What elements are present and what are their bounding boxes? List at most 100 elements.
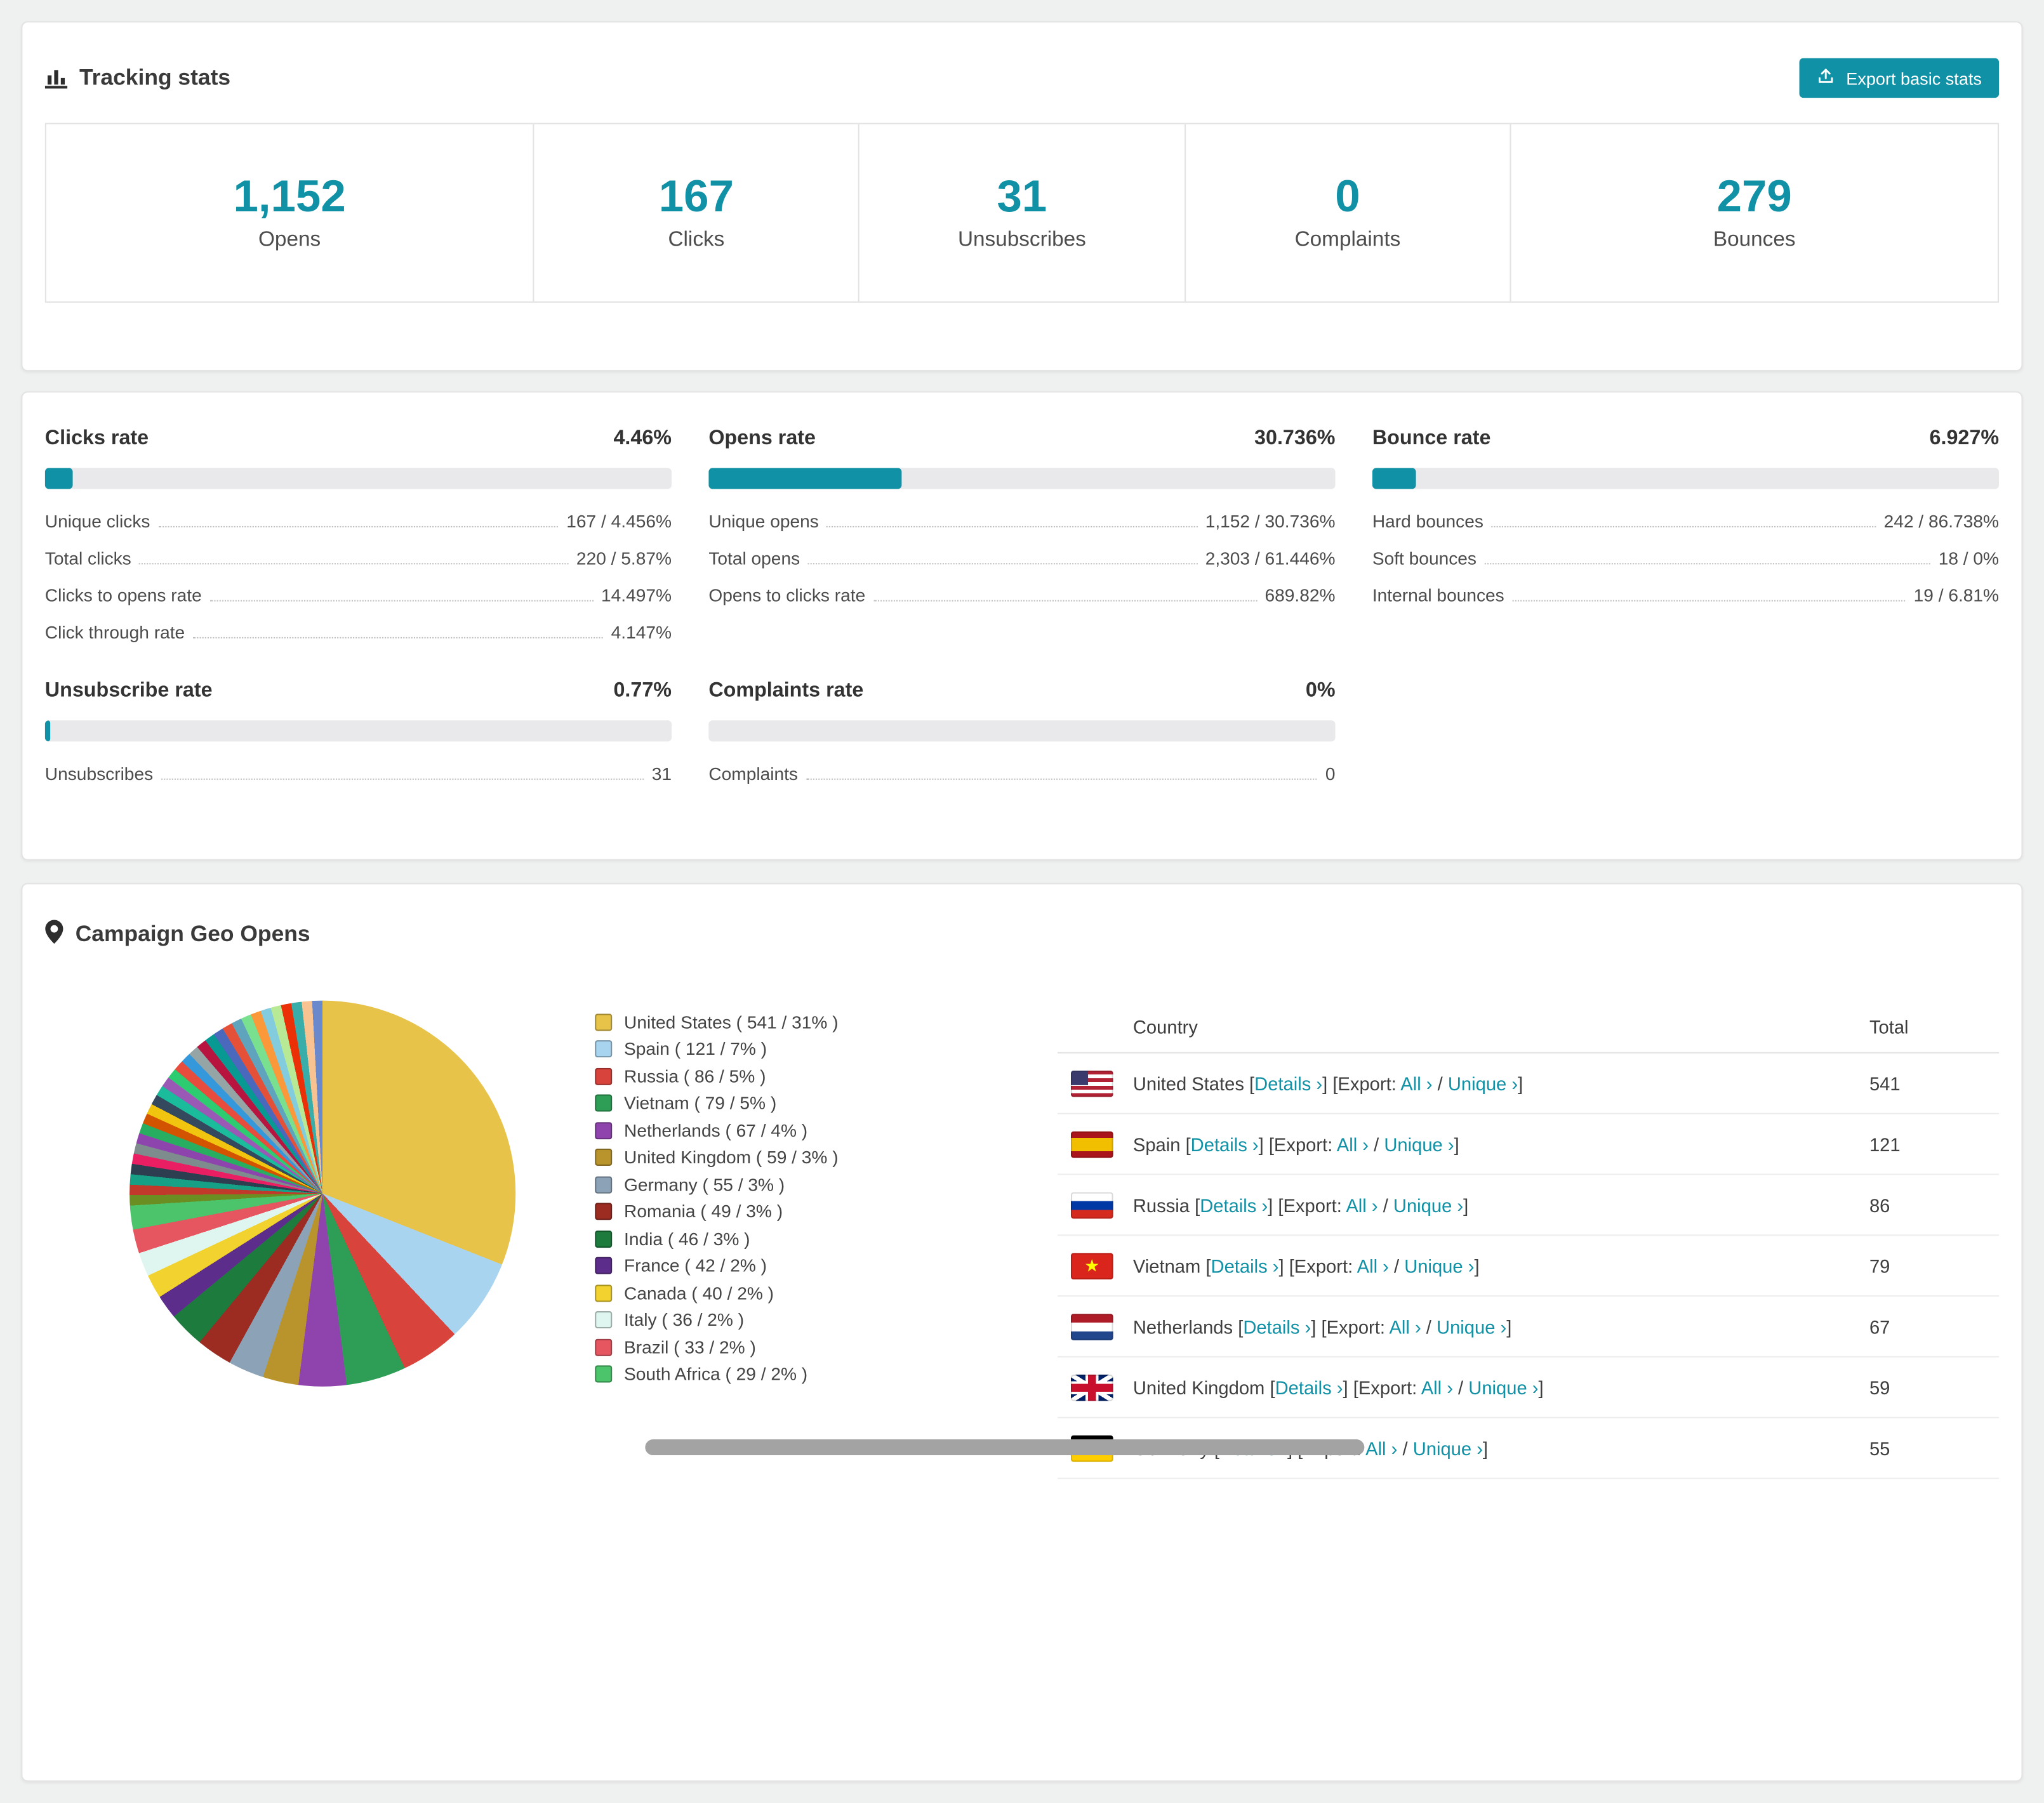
legend-item: Germany ( 55 / 3% ) bbox=[595, 1171, 960, 1198]
rate-row-label: Total clicks bbox=[44, 548, 131, 569]
export-all-link[interactable]: All › bbox=[1421, 1377, 1453, 1397]
country-column-header: Country bbox=[1132, 1015, 1198, 1037]
country-name: Vietnam bbox=[1132, 1255, 1201, 1276]
rate-row: Complaints 0 bbox=[708, 752, 1335, 789]
legend-label: Brazil ( 33 / 2% ) bbox=[624, 1337, 756, 1357]
stat-value: 1,152 bbox=[233, 171, 346, 222]
rate-row-label: Clicks to opens rate bbox=[44, 585, 202, 606]
rate-row-value: 242 / 86.738% bbox=[1883, 512, 2000, 532]
legend-item: Romania ( 49 / 3% ) bbox=[595, 1198, 960, 1225]
rate-title: Opens rate bbox=[708, 426, 816, 450]
details-link[interactable]: Details › bbox=[1254, 1073, 1322, 1093]
legend-swatch bbox=[595, 1365, 613, 1384]
rate-row-label: Unique opens bbox=[708, 512, 819, 532]
legend-item: Russia ( 86 / 5% ) bbox=[595, 1062, 960, 1090]
export-unique-link[interactable]: Unique › bbox=[1384, 1133, 1454, 1154]
legend-swatch bbox=[595, 1338, 613, 1356]
export-all-link[interactable]: All › bbox=[1365, 1437, 1397, 1458]
legend-label: Italy ( 36 / 2% ) bbox=[624, 1310, 745, 1330]
rate-title: Bounce rate bbox=[1372, 426, 1491, 450]
rate-row-value: 0 bbox=[1325, 764, 1336, 784]
export-icon bbox=[1817, 67, 1835, 89]
rate-row-label: Complaints bbox=[708, 764, 798, 784]
legend-label: Romania ( 49 / 3% ) bbox=[624, 1201, 783, 1222]
legend-swatch bbox=[595, 1149, 613, 1166]
country-total: 59 bbox=[1869, 1377, 1890, 1398]
rate-value: 0% bbox=[1305, 679, 1336, 702]
rate-row: Hard bounces 242 / 86.738% bbox=[1372, 499, 1999, 536]
stat-box-bounces: 279 Bounces bbox=[1510, 124, 1998, 301]
rates-card: Clicks rate 4.46% Unique clicks 167 / 4.… bbox=[21, 391, 2023, 861]
export-unique-link[interactable]: Unique › bbox=[1468, 1377, 1538, 1397]
legend-label: South Africa ( 29 / 2% ) bbox=[624, 1364, 808, 1385]
rate-row: Total clicks 220 / 5.87% bbox=[45, 537, 672, 574]
export-unique-link[interactable]: Unique › bbox=[1404, 1255, 1474, 1276]
export-unique-link[interactable]: Unique › bbox=[1413, 1437, 1483, 1458]
export-unique-link[interactable]: Unique › bbox=[1393, 1194, 1463, 1215]
export-all-link[interactable]: All › bbox=[1337, 1133, 1369, 1154]
details-link[interactable]: Details › bbox=[1243, 1316, 1311, 1337]
rate-row: Clicks to opens rate 14.497% bbox=[45, 574, 672, 611]
export-basic-stats-button[interactable]: Export basic stats bbox=[1800, 58, 2000, 98]
dotted-leader bbox=[1484, 563, 1931, 565]
legend-swatch bbox=[595, 1013, 613, 1031]
rate-head: Clicks rate 4.46% bbox=[45, 427, 672, 451]
export-all-link[interactable]: All › bbox=[1389, 1316, 1421, 1337]
rate-row: Click through rate 4.147% bbox=[45, 611, 672, 647]
export-button-label: Export basic stats bbox=[1846, 68, 1982, 88]
legend-label: United Kingdom ( 59 / 3% ) bbox=[624, 1147, 839, 1168]
horizontal-scrollbar-thumb[interactable] bbox=[645, 1439, 1365, 1456]
tracking-stats-header: Tracking stats Export basic stats bbox=[44, 22, 2000, 122]
rate-title: Unsubscribe rate bbox=[44, 679, 213, 702]
rate-head: Opens rate 30.736% bbox=[708, 427, 1335, 451]
export-unique-link[interactable]: Unique › bbox=[1448, 1073, 1518, 1093]
geo-table-body: United States [Details ›] [Export: All ›… bbox=[1058, 1053, 2000, 1479]
geo-opens-header: Campaign Geo Opens bbox=[45, 884, 1999, 968]
export-all-link[interactable]: All › bbox=[1346, 1194, 1377, 1215]
stat-label: Unsubscribes bbox=[957, 228, 1086, 252]
progress-bar bbox=[708, 468, 1336, 489]
country-flag-icon bbox=[1070, 1313, 1113, 1340]
legend-label: Canada ( 40 / 2% ) bbox=[624, 1283, 774, 1304]
tracking-stats-title-text: Tracking stats bbox=[79, 65, 231, 90]
table-row: Spain [Details ›] [Export: All › / Uniqu… bbox=[1058, 1114, 2000, 1175]
stat-label: Bounces bbox=[1713, 228, 1796, 252]
export-unique-link[interactable]: Unique › bbox=[1437, 1316, 1506, 1337]
tracking-stats-title: Tracking stats bbox=[44, 65, 231, 91]
star-icon: ★ bbox=[1084, 1255, 1100, 1276]
rate-row: Opens to clicks rate 689.82% bbox=[708, 574, 1335, 611]
legend-label: Germany ( 55 / 3% ) bbox=[624, 1174, 785, 1195]
rate-row-value: 1,152 / 30.736% bbox=[1205, 512, 1336, 532]
details-link[interactable]: Details › bbox=[1275, 1377, 1343, 1397]
rate-row: Unique opens 1,152 / 30.736% bbox=[708, 499, 1335, 536]
legend-item: Spain ( 121 / 7% ) bbox=[595, 1036, 960, 1063]
country-flag-icon bbox=[1070, 1130, 1113, 1158]
details-link[interactable]: Details › bbox=[1211, 1255, 1279, 1276]
legend-label: Russia ( 86 / 5% ) bbox=[624, 1066, 766, 1086]
rate-panel: Clicks rate 4.46% Unique clicks 167 / 4.… bbox=[44, 427, 672, 648]
legend-label: Vietnam ( 79 / 5% ) bbox=[624, 1093, 777, 1114]
stat-label: Complaints bbox=[1294, 228, 1401, 252]
legend-swatch bbox=[595, 1203, 613, 1220]
page: Tracking stats Export basic stats 1,152 … bbox=[0, 0, 2044, 1803]
stat-box-unsubscribes: 31 Unsubscribes bbox=[858, 124, 1184, 301]
rate-value: 6.927% bbox=[1929, 426, 2000, 450]
stat-box-clicks: 167 Clicks bbox=[533, 124, 858, 301]
progress-bar bbox=[708, 720, 1336, 742]
rate-row-value: 220 / 5.87% bbox=[576, 548, 672, 569]
geo-pie-chart bbox=[129, 1000, 516, 1387]
country-total: 541 bbox=[1869, 1073, 1901, 1094]
rate-value: 0.77% bbox=[613, 679, 672, 702]
stat-box-complaints: 0 Complaints bbox=[1184, 124, 1510, 301]
rate-row-label: Unique clicks bbox=[44, 512, 150, 532]
legend-label: Spain ( 121 / 7% ) bbox=[624, 1039, 767, 1059]
export-all-link[interactable]: All › bbox=[1400, 1073, 1432, 1093]
export-all-link[interactable]: All › bbox=[1357, 1255, 1389, 1276]
dotted-leader bbox=[139, 563, 569, 565]
legend-label: India ( 46 / 3% ) bbox=[624, 1229, 750, 1249]
progress-bar bbox=[44, 468, 672, 489]
details-link[interactable]: Details › bbox=[1200, 1194, 1268, 1215]
geo-pie-wrap bbox=[129, 1000, 516, 1387]
country-total: 121 bbox=[1869, 1133, 1901, 1155]
details-link[interactable]: Details › bbox=[1191, 1133, 1259, 1154]
